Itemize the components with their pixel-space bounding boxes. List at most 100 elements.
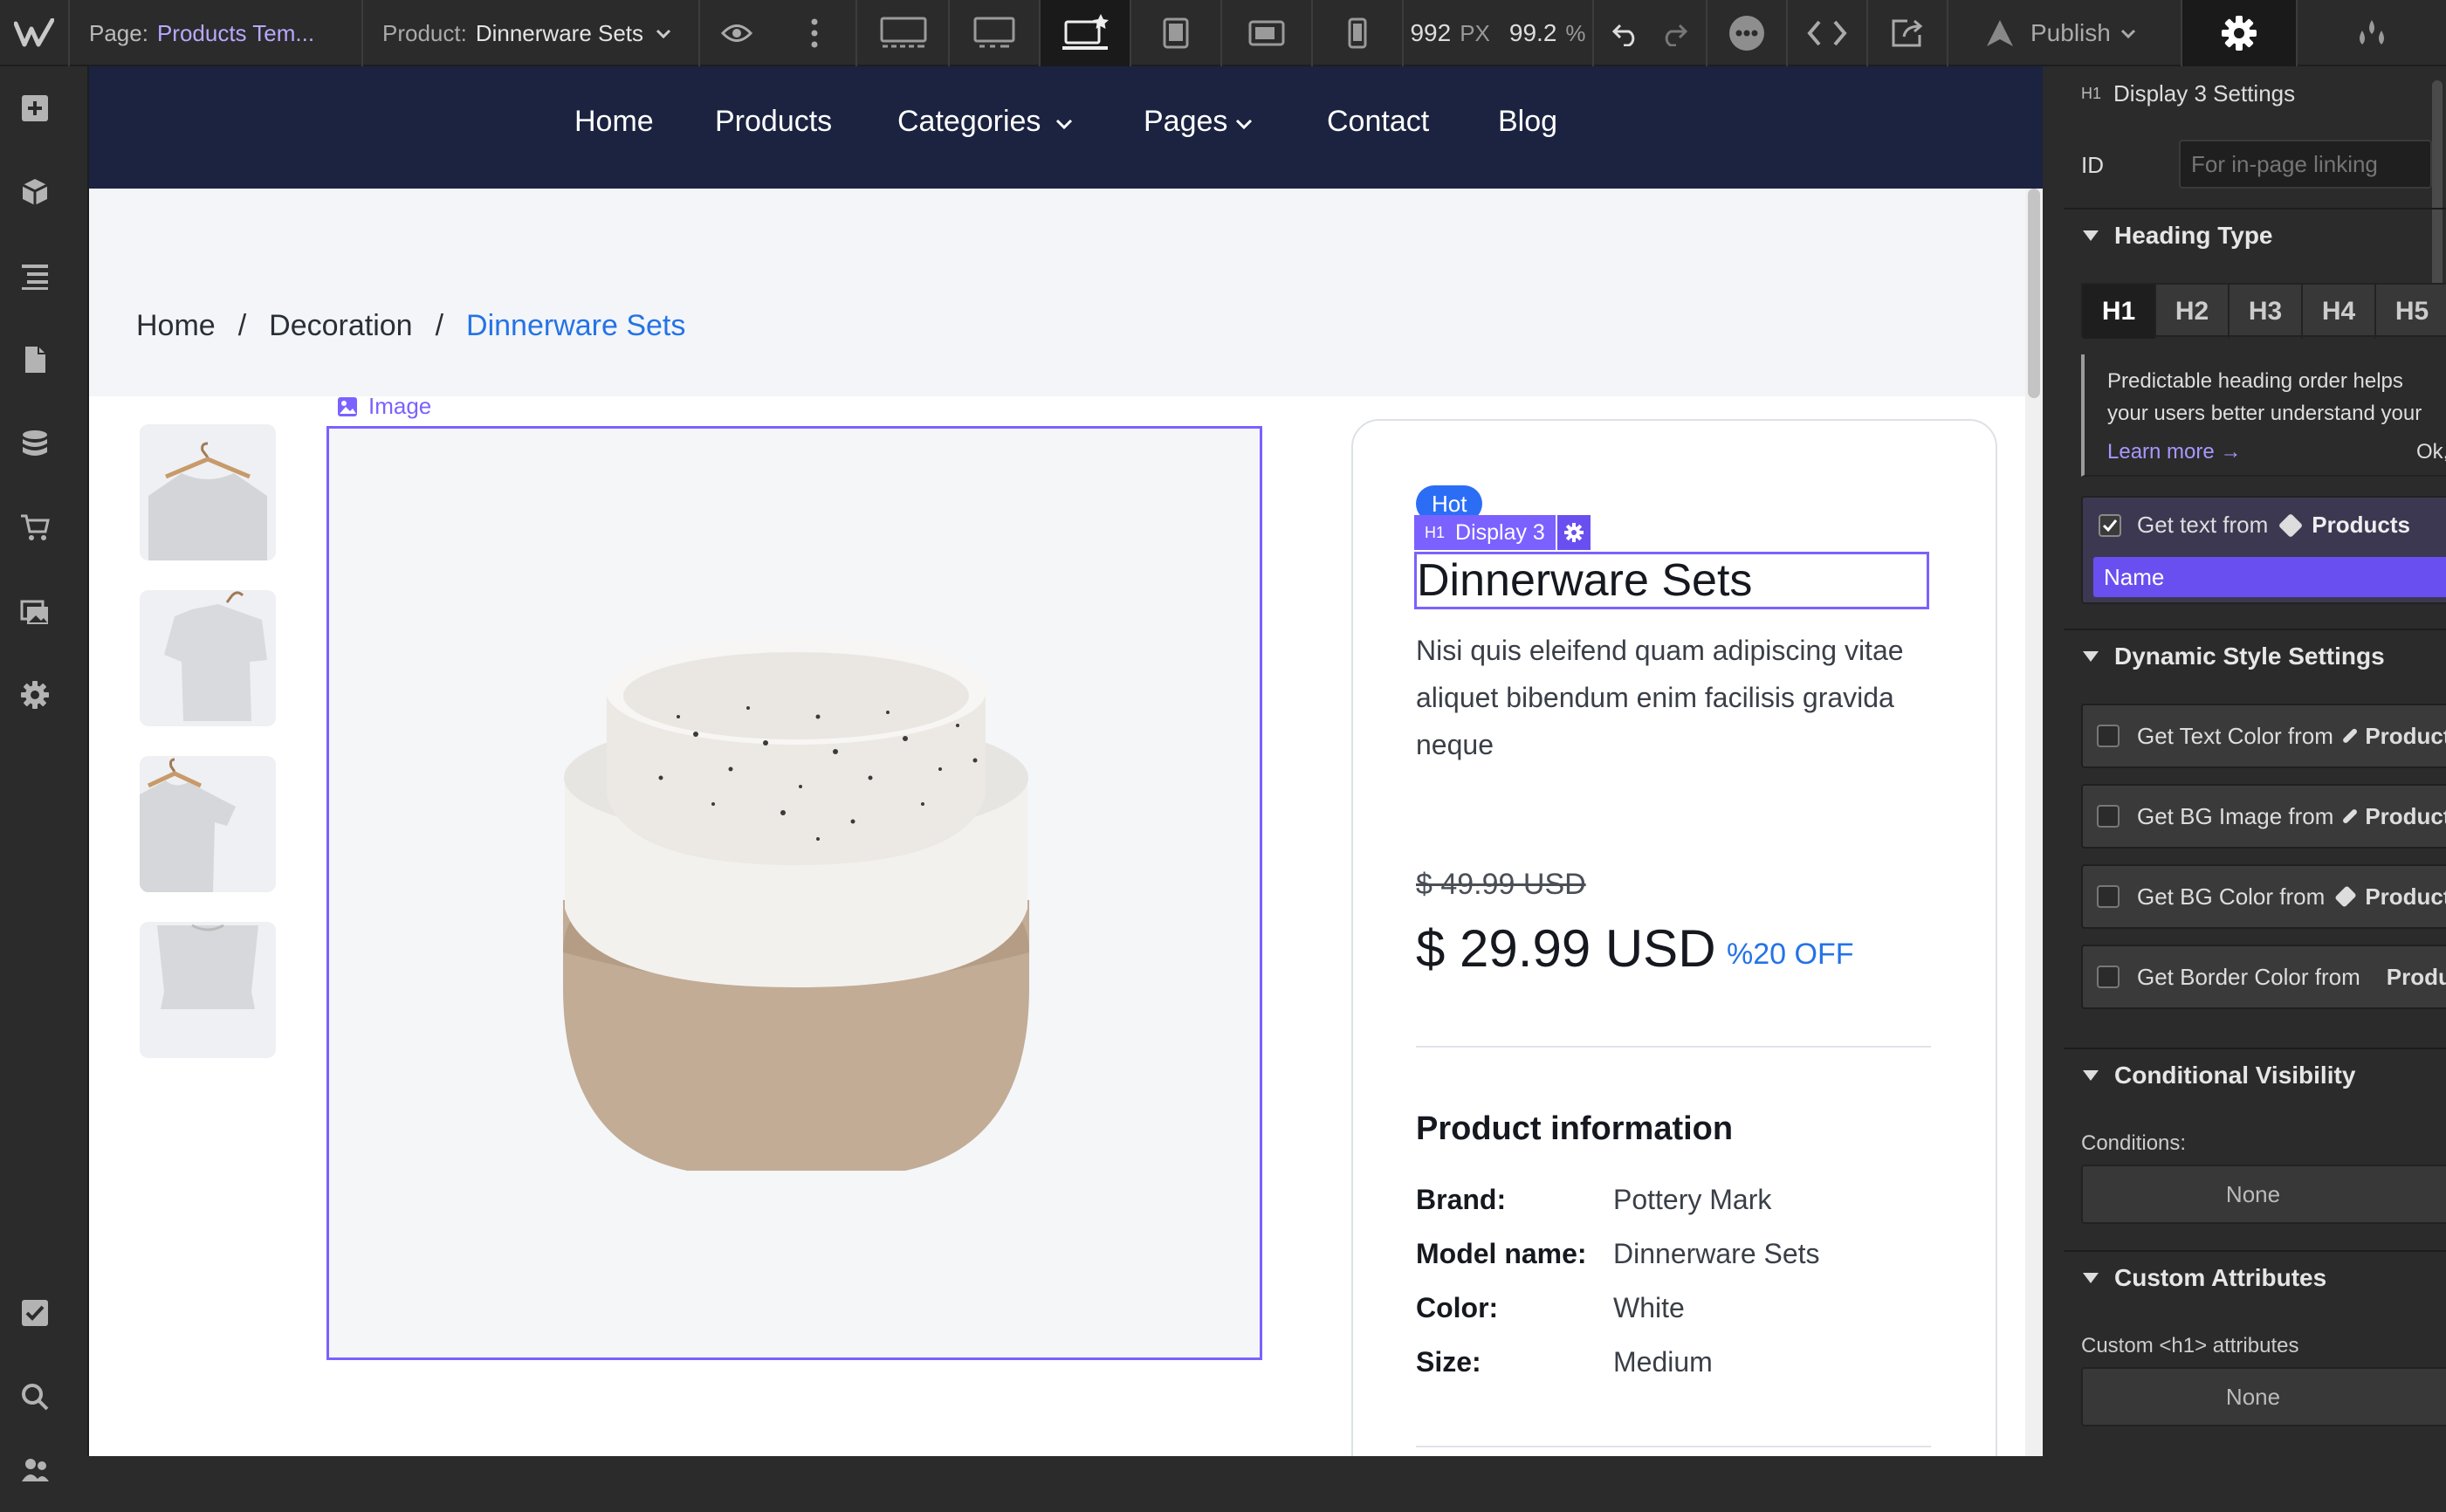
get-bg-color-row[interactable]: Get BG Color from Products [2081, 864, 2446, 929]
get-text-color-row[interactable]: Get Text Color from Products [2081, 704, 2446, 768]
dynamic-style-section[interactable]: Dynamic Style Settings [2064, 629, 2446, 683]
nav-link-products[interactable]: Products [715, 105, 832, 139]
page-selector[interactable]: Page: Products Tem... [70, 0, 363, 66]
checkbox[interactable] [2097, 885, 2120, 908]
pages-button[interactable] [0, 318, 70, 402]
webflow-logo[interactable] [0, 0, 70, 66]
product-info-card: Hot H1 Display 3 Dinnerware Sets Nisi qu… [1351, 419, 1997, 1456]
width-unit: PX [1460, 19, 1490, 46]
get-text-checkbox-row[interactable]: Get text from Products [2099, 512, 2410, 539]
code-export-button[interactable] [1788, 0, 1868, 66]
history-controls [1594, 0, 1707, 66]
nav-link-contact[interactable]: Contact [1327, 105, 1429, 139]
rocket-icon [1987, 20, 2013, 46]
hot-badge-text: Hot [1432, 490, 1467, 517]
undo-icon[interactable] [1611, 20, 1641, 46]
info-value-color: White [1613, 1292, 1685, 1323]
notice-ok-button[interactable]: Ok, got it [2416, 440, 2446, 464]
checkbox[interactable] [2097, 805, 2120, 828]
canvas-scrollbar-thumb[interactable] [2028, 189, 2040, 398]
dynamic-row-source: Products [2365, 883, 2446, 910]
code-icon [1807, 20, 1847, 46]
nav-link-blog[interactable]: Blog [1498, 105, 1557, 139]
info-value-size: Medium [1613, 1346, 1713, 1378]
custom-attributes-section[interactable]: Custom Attributes [2064, 1250, 2446, 1304]
add-elements-button[interactable] [0, 66, 70, 150]
tasks-button[interactable] [0, 1271, 70, 1355]
site-navbar: Home Products Categories Pages Contact B… [89, 66, 2043, 189]
product-main-image[interactable] [326, 426, 1262, 1360]
publish-button[interactable]: Publish [1948, 0, 2182, 66]
cms-button[interactable] [0, 402, 70, 485]
get-text-field-select[interactable]: Name [2093, 557, 2446, 597]
product-title: Dinnerware Sets [1417, 555, 1753, 606]
navigator-button[interactable] [0, 234, 70, 318]
pages-icon [25, 347, 45, 373]
heading-h2-button[interactable]: H2 [2156, 285, 2230, 339]
breakpoint-desktop-wide[interactable] [950, 0, 1041, 66]
components-button[interactable] [0, 150, 70, 234]
search-button[interactable] [0, 1355, 70, 1439]
breakpoint-large-desktop[interactable] [859, 0, 950, 66]
zoom-unit: % [1565, 19, 1586, 46]
product-thumbnail[interactable] [140, 756, 276, 892]
canvas-scrollbar[interactable] [2025, 189, 2043, 1456]
conditional-visibility-section[interactable]: Conditional Visibility [2064, 1048, 2446, 1102]
panel-header-level: H1 [2081, 84, 2102, 102]
share-button[interactable] [1868, 0, 1948, 66]
product-thumbnail[interactable] [140, 922, 276, 1058]
interactions-tab[interactable] [2298, 0, 2446, 66]
selected-element-tag[interactable]: H1 Display 3 [1414, 515, 1591, 550]
product-title-heading[interactable]: Dinnerware Sets [1414, 552, 1929, 609]
checkbox[interactable] [2097, 966, 2120, 988]
breadcrumb-decoration[interactable]: Decoration [269, 309, 412, 343]
heading-h1-button[interactable]: H1 [2083, 285, 2156, 339]
breakpoint-tablet[interactable] [1131, 0, 1222, 66]
more-options-button[interactable] [773, 0, 857, 66]
selected-element-class: Display 3 [1455, 519, 1545, 545]
heading-h3-button[interactable]: H3 [2230, 285, 2303, 339]
breadcrumb-home[interactable]: Home [136, 309, 216, 343]
heading-h5-button[interactable]: H5 [2376, 285, 2446, 339]
product-selector[interactable]: Product: Dinnerware Sets [363, 0, 700, 66]
get-bg-image-row[interactable]: Get BG Image from Products [2081, 784, 2446, 849]
get-border-color-row[interactable]: Get Border Color from Products [2081, 945, 2446, 1009]
preview-button[interactable] [700, 0, 773, 66]
heading-type-section[interactable]: Heading Type [2064, 208, 2446, 262]
dynamic-row-label: Get BG Color from [2137, 883, 2326, 910]
product-thumbnail[interactable] [140, 590, 276, 726]
id-input[interactable] [2179, 140, 2432, 189]
panel-scrollbar-thumb[interactable] [2432, 80, 2443, 299]
assets-button[interactable] [0, 569, 70, 653]
project-settings-button[interactable] [0, 653, 70, 737]
notice-learn-more-link[interactable]: Learn more → [2107, 440, 2241, 464]
custom-attributes-button[interactable]: None [2081, 1367, 2446, 1426]
designer-canvas[interactable]: Home Products Categories Pages Contact B… [89, 66, 2043, 1456]
selected-element-settings[interactable] [1556, 515, 1591, 550]
element-settings-tab[interactable] [2182, 0, 2298, 66]
product-label: Product: [382, 19, 467, 46]
users-button[interactable] [0, 1428, 70, 1512]
checkbox-checked[interactable] [2099, 513, 2121, 537]
collaboration-button[interactable] [1707, 0, 1788, 66]
heading-h4-button[interactable]: H4 [2303, 285, 2376, 339]
ecommerce-button[interactable] [0, 485, 70, 569]
interactions-drops-icon [2360, 20, 2384, 45]
canvas-size-readout[interactable]: 992 PX 99.2 % [1404, 0, 1594, 66]
assets-icon [20, 600, 48, 624]
section-title: Heading Type [2114, 222, 2273, 249]
breadcrumb: Home / Decoration / Dinnerware Sets [89, 189, 2043, 396]
chevron-down-icon [656, 29, 671, 39]
nav-link-categories[interactable]: Categories [897, 105, 1041, 139]
breakpoint-mobile-landscape[interactable] [1222, 0, 1313, 66]
left-toolbar [0, 66, 89, 1481]
checkbox[interactable] [2097, 725, 2120, 747]
zoom-value: 99.2 [1508, 19, 1557, 46]
redo-icon[interactable] [1659, 20, 1688, 46]
conditions-button[interactable]: None [2081, 1165, 2446, 1224]
nav-link-home[interactable]: Home [574, 105, 654, 139]
nav-link-pages[interactable]: Pages [1144, 105, 1227, 139]
breakpoint-mobile-portrait[interactable] [1313, 0, 1404, 66]
breakpoint-desktop-base[interactable] [1041, 0, 1131, 66]
product-thumbnail[interactable] [140, 424, 276, 560]
